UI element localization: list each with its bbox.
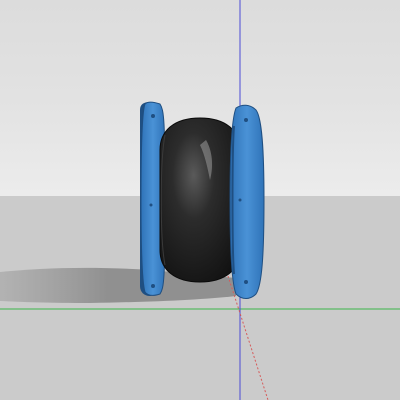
right-flange[interactable] (229, 104, 265, 299)
bolt-hole-middle-top (238, 198, 242, 202)
3d-viewport[interactable] (0, 0, 400, 400)
bolt-hole-top (244, 118, 248, 122)
left-bolt-hole-middle (149, 203, 153, 207)
bolt-hole-bottom (244, 280, 248, 284)
scene-canvas[interactable] (0, 0, 400, 400)
left-bolt-hole-bottom (151, 284, 155, 288)
left-bolt-hole-top (151, 114, 155, 118)
rubber-bellows[interactable] (159, 117, 241, 283)
